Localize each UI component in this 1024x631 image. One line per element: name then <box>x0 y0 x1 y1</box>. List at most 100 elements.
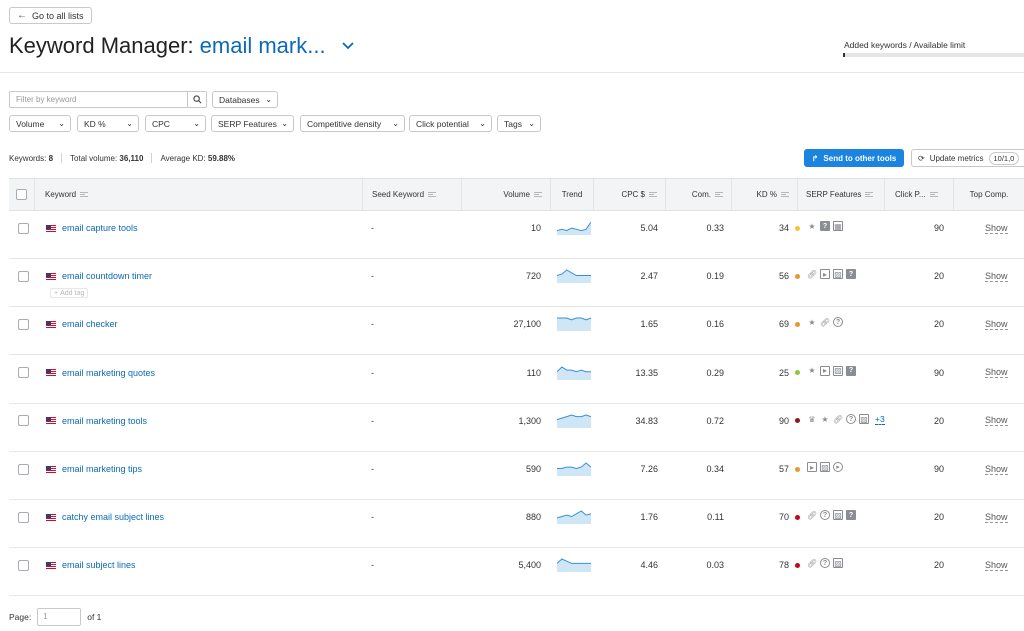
seed-keyword: - <box>371 223 374 233</box>
serp-features: ♛ ★ 🔗︎? ▨ +3 <box>807 414 885 425</box>
column-volume[interactable]: Volume <box>462 179 551 210</box>
us-flag-icon <box>46 465 56 473</box>
column-cpc[interactable]: CPC $ <box>594 179 666 210</box>
plus-icon: + <box>54 289 59 297</box>
show-top-competitors-link[interactable]: Show <box>985 271 1008 282</box>
list-name[interactable]: email mark... <box>200 33 326 59</box>
image-icon: ▨ <box>833 365 843 376</box>
serp-features: ★? ▦ <box>807 221 843 231</box>
chevron-down-icon: ⌄ <box>265 95 272 104</box>
volume-value: 110 <box>526 367 541 378</box>
trend-area <box>557 366 591 380</box>
link-icon: 🔗︎ <box>819 317 831 327</box>
page-number-input[interactable]: 1 <box>37 608 82 626</box>
filter-label: Competitive density <box>307 118 382 129</box>
show-top-competitors-link[interactable]: Show <box>985 464 1008 475</box>
us-flag-icon <box>46 417 56 425</box>
seed-keyword: - <box>371 464 374 474</box>
click-potential-value: 20 <box>933 560 944 571</box>
filter-dropdown-cpc[interactable]: CPC ⌄ <box>145 115 206 132</box>
kd-value: 78 <box>778 560 789 571</box>
show-top-competitors-link[interactable]: Show <box>985 415 1008 427</box>
select-all-checkbox[interactable] <box>16 189 27 200</box>
keyword-link[interactable]: email capture tools <box>62 223 138 233</box>
search-button[interactable] <box>187 91 207 108</box>
serp-features: 🔗︎? ▨ <box>807 558 843 569</box>
serp-features: 🔗︎? ▨? <box>807 510 856 521</box>
trend-area <box>557 414 591 428</box>
table-row: email marketing tips - 590 7.26 0.34 57 … <box>9 452 1024 500</box>
star-icon: ★ <box>821 414 829 424</box>
kd-difficulty-dot <box>795 321 800 327</box>
row-checkbox[interactable] <box>18 415 29 427</box>
competition-value: 0.34 <box>706 464 724 474</box>
average-kd: 59.88% <box>207 153 236 163</box>
filter-dropdown-kd[interactable]: KD % ⌄ <box>77 115 139 132</box>
row-checkbox[interactable] <box>18 318 29 330</box>
show-top-competitors-link[interactable]: Show <box>985 512 1008 523</box>
column-click-potential[interactable]: Click P... <box>885 179 954 210</box>
chevron-down-icon: ⌄ <box>126 119 133 128</box>
kd-value: 70 <box>778 512 789 523</box>
chevron-down-icon: ⌄ <box>479 119 486 128</box>
people-also-ask-icon: ? <box>820 510 830 521</box>
row-checkbox[interactable] <box>18 270 29 282</box>
show-top-competitors-link[interactable]: Show <box>985 223 1008 234</box>
column-seed-keyword[interactable]: Seed Keyword <box>363 179 462 210</box>
filter-dropdown-tags[interactable]: Tags ⌄ <box>497 115 541 132</box>
volume-value: 10 <box>530 223 541 233</box>
row-checkbox[interactable] <box>18 222 29 234</box>
cpc-value: 1.65 <box>640 319 658 330</box>
kd-value: 34 <box>778 223 789 233</box>
title-prefix: Keyword Manager: <box>9 33 194 58</box>
filter-label: SERP Features <box>218 118 277 129</box>
seed-keyword: - <box>371 367 374 378</box>
update-count-badge: 10/1,0 <box>988 151 1020 165</box>
column-kd[interactable]: KD % <box>732 179 798 210</box>
trend-area <box>557 463 591 476</box>
column-keyword[interactable]: Keyword <box>35 179 363 210</box>
us-flag-icon <box>46 561 56 569</box>
show-top-competitors-link[interactable]: Show <box>985 367 1008 379</box>
filter-dropdown-databases[interactable]: Databases ⌄ <box>212 91 278 108</box>
filter-dropdown-serp-features[interactable]: SERP Features ⌄ <box>211 115 294 132</box>
keyword-link[interactable]: email subject lines <box>62 560 136 570</box>
trend-sparkline <box>557 315 591 332</box>
keyword-link[interactable]: email marketing tips <box>62 464 142 474</box>
link-icon: 🔗︎ <box>832 414 844 424</box>
row-checkbox[interactable] <box>18 463 29 475</box>
keyword-link[interactable]: catchy email subject lines <box>62 512 164 522</box>
row-checkbox[interactable] <box>18 511 29 523</box>
keyword-link[interactable]: email checker <box>62 319 118 329</box>
keyword-link[interactable]: email marketing tools <box>62 416 147 426</box>
send-to-other-tools-button[interactable]: ↱ Send to other tools <box>804 149 904 167</box>
faq-icon: ? <box>846 365 856 376</box>
filter-dropdown-click-potential[interactable]: Click potential ⌄ <box>409 115 492 132</box>
update-metrics-button[interactable]: ⟳ Update metrics 10/1,0 <box>911 149 1024 167</box>
volume-value: 720 <box>525 271 541 282</box>
filter-by-keyword-input[interactable]: Filter by keyword <box>9 91 188 108</box>
row-checkbox[interactable] <box>18 559 29 571</box>
kd-difficulty-dot <box>795 562 800 568</box>
keyword-link[interactable]: email marketing quotes <box>62 368 155 378</box>
people-also-ask-icon: ? <box>820 558 830 569</box>
column-com[interactable]: Com. <box>666 179 732 210</box>
click-potential-value: 90 <box>933 223 944 233</box>
image-icon: ▨ <box>833 558 843 569</box>
table-row: email subject lines - 5,400 4.46 0.03 78… <box>9 548 1024 597</box>
go-to-all-lists-button[interactable]: ← Go to all lists <box>9 7 92 24</box>
filter-dropdown-volume[interactable]: Volume ⌄ <box>9 115 71 132</box>
page-title: Keyword Manager: email mark... <box>9 33 354 59</box>
add-tag-button[interactable]: + Add tag <box>50 288 89 299</box>
show-top-competitors-link[interactable]: Show <box>985 319 1008 330</box>
show-top-competitors-link[interactable]: Show <box>985 560 1008 571</box>
chevron-down-icon[interactable] <box>341 42 354 50</box>
trend-sparkline <box>557 460 591 476</box>
column-serp-features[interactable]: SERP Features <box>798 179 885 210</box>
table-row: email marketing tools - 1,300 34.83 0.72… <box>9 404 1024 452</box>
filter-dropdown-competitive-density[interactable]: Competitive density ⌄ <box>300 115 405 132</box>
faq-icon: ? <box>846 510 856 521</box>
row-checkbox[interactable] <box>18 367 29 379</box>
more-serp-features-link[interactable]: +3 <box>875 414 885 425</box>
keyword-link[interactable]: email countdown timer <box>62 271 152 281</box>
